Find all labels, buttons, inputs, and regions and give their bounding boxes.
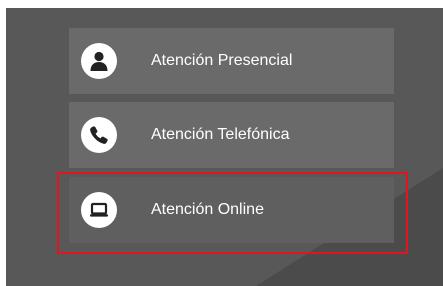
option-atencion-presencial[interactable]: Atención Presencial	[69, 28, 394, 94]
laptop-icon	[81, 192, 117, 228]
option-label: Atención Online	[151, 201, 264, 218]
option-atencion-telefonica[interactable]: Atención Telefónica	[69, 102, 394, 168]
phone-icon	[81, 117, 117, 153]
person-icon	[81, 43, 117, 79]
option-atencion-online[interactable]: Atención Online	[69, 177, 394, 243]
option-label: Atención Presencial	[151, 52, 293, 69]
option-label: Atención Telefónica	[151, 126, 290, 143]
